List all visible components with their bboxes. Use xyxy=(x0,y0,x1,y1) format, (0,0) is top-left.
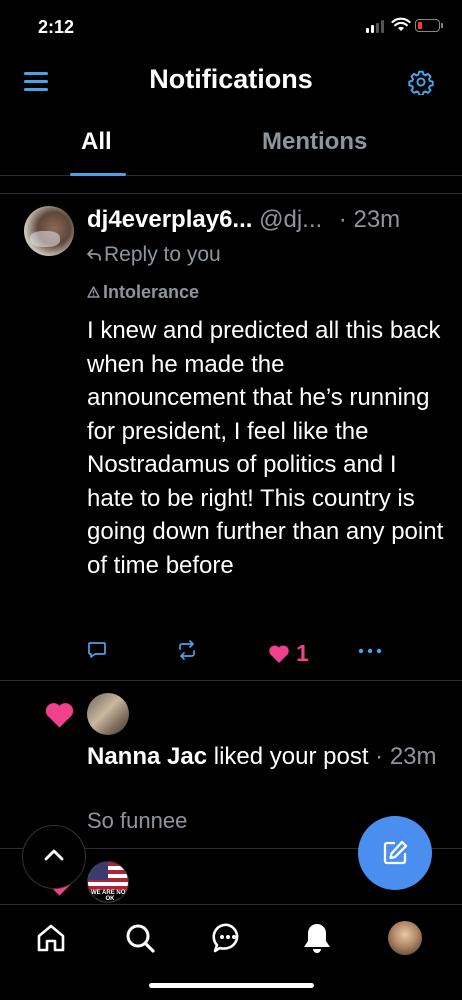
signal-icon xyxy=(366,20,386,33)
avatar[interactable] xyxy=(24,206,74,256)
like-action: liked your post xyxy=(213,743,369,770)
bell-icon[interactable] xyxy=(300,921,334,955)
tab-active-indicator xyxy=(70,173,126,176)
author-handle: @dj... xyxy=(259,206,323,233)
reply-notification[interactable]: dj4everplay6... @dj... · 23m Reply to yo… xyxy=(0,194,462,680)
post-header: dj4everplay6... @dj... · 23m xyxy=(87,206,457,234)
compose-icon xyxy=(383,840,408,865)
heart-icon xyxy=(269,644,289,663)
avatar[interactable]: WE ARE NOT OK xyxy=(87,861,129,903)
content-label-text: Intolerance xyxy=(103,282,200,302)
post-snippet: So funnee xyxy=(87,808,188,833)
chat-icon[interactable] xyxy=(211,921,245,955)
chevron-up-icon xyxy=(44,849,64,861)
like-time: · 23m xyxy=(375,743,437,770)
profile-avatar[interactable] xyxy=(388,921,422,955)
post-text: I knew and predicted all this back when … xyxy=(87,317,444,579)
status-time: 2:12 xyxy=(38,17,75,37)
compose-button[interactable] xyxy=(358,816,432,890)
post-actions: 1 xyxy=(87,640,387,666)
scroll-to-top-button[interactable] xyxy=(22,825,86,889)
reply-icon xyxy=(87,249,101,261)
page-title: Notifications xyxy=(149,64,313,94)
post-time: · 23m xyxy=(338,206,401,233)
tab-mentions[interactable]: Mentions xyxy=(262,128,367,156)
gear-icon[interactable] xyxy=(408,69,434,95)
liker-name[interactable]: Nanna Jac xyxy=(87,743,207,770)
reply-indicator: Reply to you xyxy=(87,243,221,267)
warning-icon xyxy=(87,286,100,298)
home-indicator xyxy=(149,983,314,988)
like-count: 1 xyxy=(296,640,309,666)
content-label[interactable]: Intolerance xyxy=(87,282,199,303)
like-button[interactable]: 1 xyxy=(268,640,309,667)
tab-bar-top: All Mentions xyxy=(0,118,462,176)
more-icon[interactable] xyxy=(358,648,382,654)
status-bar: 2:12 xyxy=(0,0,462,56)
repost-icon[interactable] xyxy=(176,640,198,660)
tab-all[interactable]: All xyxy=(81,128,112,156)
like-notification-text: Nanna Jac liked your post · 23m xyxy=(87,741,447,772)
header: Notifications xyxy=(0,56,462,108)
wifi-icon xyxy=(391,17,411,31)
battery-icon xyxy=(415,19,443,32)
search-icon[interactable] xyxy=(123,921,157,955)
home-icon[interactable] xyxy=(34,921,68,955)
comment-icon[interactable] xyxy=(87,640,107,660)
avatar[interactable] xyxy=(87,693,129,735)
avatar-text: WE ARE NOT OK xyxy=(90,890,129,902)
reply-label: Reply to you xyxy=(104,243,221,266)
author-name[interactable]: dj4everplay6... xyxy=(87,206,252,233)
heart-icon xyxy=(45,703,74,728)
